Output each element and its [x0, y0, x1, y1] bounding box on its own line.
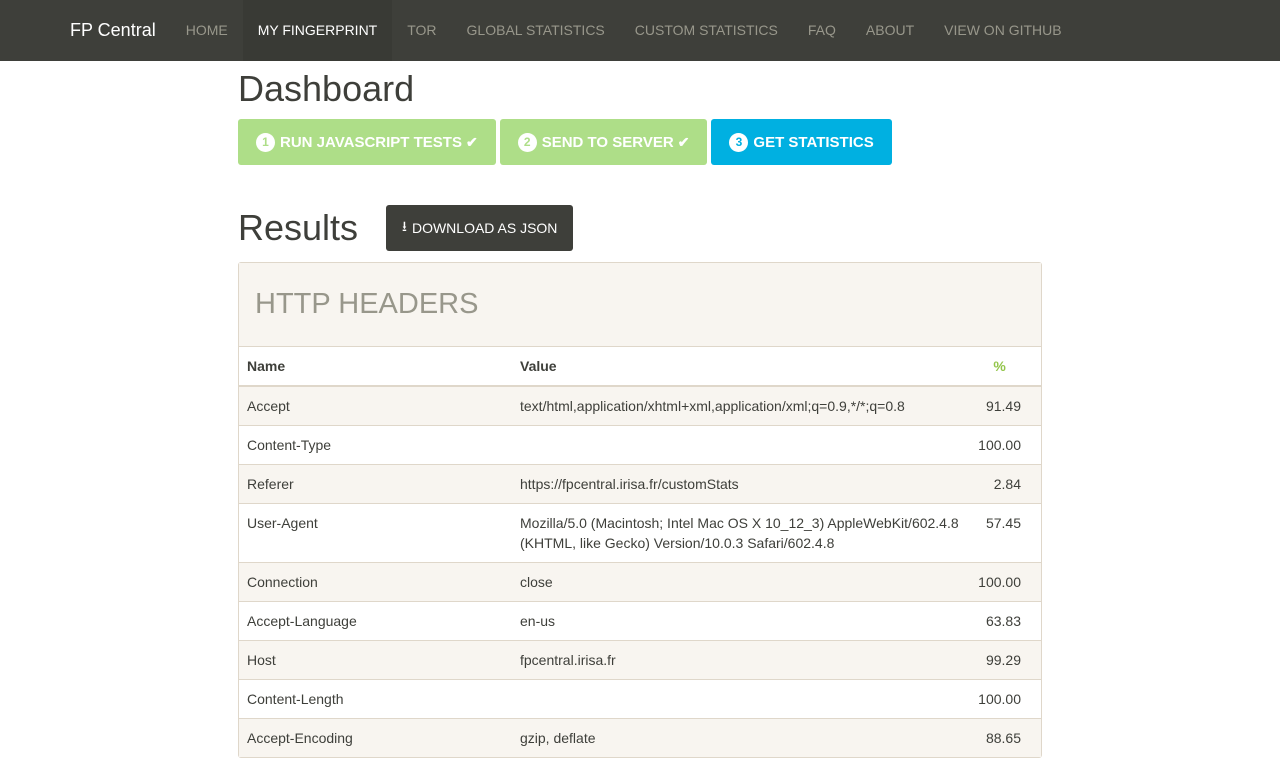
header-percent: 100.00 [970, 679, 1041, 719]
col-percent: % [970, 347, 1041, 387]
header-percent: 88.65 [970, 718, 1041, 757]
header-value: Mozilla/5.0 (Macintosh; Intel Mac OS X 1… [512, 503, 971, 563]
header-name: Content-Length [239, 679, 512, 719]
table-row: Content-Type 100.00 [239, 425, 1041, 465]
table-row: Connection close 100.00 [239, 562, 1041, 602]
header-percent: 100.00 [970, 562, 1041, 602]
table-row: Host fpcentral.irisa.fr 99.29 [239, 640, 1041, 680]
panel-title: HTTP HEADERS [255, 288, 479, 320]
header-name: Referer [239, 464, 512, 504]
step-get-statistics[interactable]: 3 GET STATISTICS [711, 119, 892, 165]
header-name: Accept [239, 385, 512, 426]
steps: 1 RUN JAVASCRIPT TESTS ✔︎ 2 SEND TO SERVER ✔… [238, 119, 1042, 165]
results-title: Results [238, 207, 359, 248]
header-value: close [512, 562, 971, 602]
header-name: User-Agent [239, 503, 512, 563]
check-circle-icon: ✔︎ [677, 133, 690, 150]
navbar: FP Central HOME MY FINGERPRINT TOR GLOBA… [0, 0, 1280, 61]
step-label: SEND TO SERVER [541, 133, 674, 151]
check-circle-icon: ✔︎ [465, 133, 478, 150]
download-label: DOWNLOAD AS JSON [411, 220, 558, 236]
step-number: 2 [517, 132, 537, 152]
col-name: Name [239, 347, 512, 387]
table-row: Content-Length 100.00 [239, 679, 1041, 719]
page-title: Dashboard [238, 68, 415, 109]
table-row: Accept text/html,application/xhtml+xml,ap… [239, 385, 1041, 426]
step-label: RUN JAVASCRIPT TESTS [280, 133, 462, 151]
header-value [512, 679, 971, 719]
header-percent: 99.29 [970, 640, 1041, 680]
header-value: gzip, deflate [512, 718, 971, 757]
headers-table: Name Value % Accept text/html,application… [239, 347, 1041, 757]
header-value: en-us [512, 601, 971, 641]
table-row: Accept-Encoding gzip, deflate 88.65 [239, 718, 1041, 757]
col-value: Value [512, 347, 971, 387]
header-name: Content-Type [239, 425, 512, 465]
header-percent: 91.49 [970, 385, 1041, 426]
nav-tor[interactable]: TOR [392, 0, 451, 61]
header-name: Accept-Encoding [239, 718, 512, 757]
header-percent: 100.00 [970, 425, 1041, 465]
header-value [512, 425, 971, 465]
nav-home[interactable]: HOME [171, 0, 243, 61]
header-percent: 2.84 [970, 464, 1041, 504]
download-icon: ⭳ [402, 218, 407, 234]
step-number: 1 [256, 132, 275, 152]
nav-custom-statistics[interactable]: CUSTOM STATISTICS [620, 0, 793, 61]
table-row: Accept-Language en-us 63.83 [239, 601, 1041, 641]
download-json-button[interactable]: ⭳ DOWNLOAD AS JSON [386, 205, 574, 251]
header-value: https://fpcentral.irisa.fr/customStats [512, 464, 971, 504]
header-name: Host [239, 640, 512, 680]
step-number: 3 [729, 132, 749, 152]
nav-github[interactable]: VIEW ON GITHUB [929, 0, 1076, 61]
http-headers-panel: HTTP HEADERS Name Value % Accept text/htm… [238, 262, 1042, 758]
header-name: Accept-Language [239, 601, 512, 641]
nav-global-statistics[interactable]: GLOBAL STATISTICS [452, 0, 620, 61]
table-row: User-Agent Mozilla/5.0 (Macintosh; Intel … [239, 503, 1041, 563]
header-percent: 57.45 [970, 503, 1041, 563]
header-percent: 63.83 [970, 601, 1041, 641]
step-run-js-tests[interactable]: 1 RUN JAVASCRIPT TESTS ✔︎ [238, 119, 496, 165]
nav-about[interactable]: ABOUT [851, 0, 929, 61]
step-label: GET STATISTICS [753, 133, 874, 151]
step-send-to-server[interactable]: 2 SEND TO SERVER ✔︎ [499, 119, 708, 165]
table-row: Referer https://fpcentral.irisa.fr/custom… [239, 464, 1041, 504]
brand-link[interactable]: FP Central [55, 0, 171, 61]
header-name: Connection [239, 562, 512, 602]
header-value: fpcentral.irisa.fr [512, 640, 971, 680]
nav-my-fingerprint[interactable]: MY FINGERPRINT [242, 0, 393, 61]
nav-faq[interactable]: FAQ [793, 0, 851, 61]
header-value: text/html,application/xhtml+xml,applicat… [512, 385, 971, 426]
